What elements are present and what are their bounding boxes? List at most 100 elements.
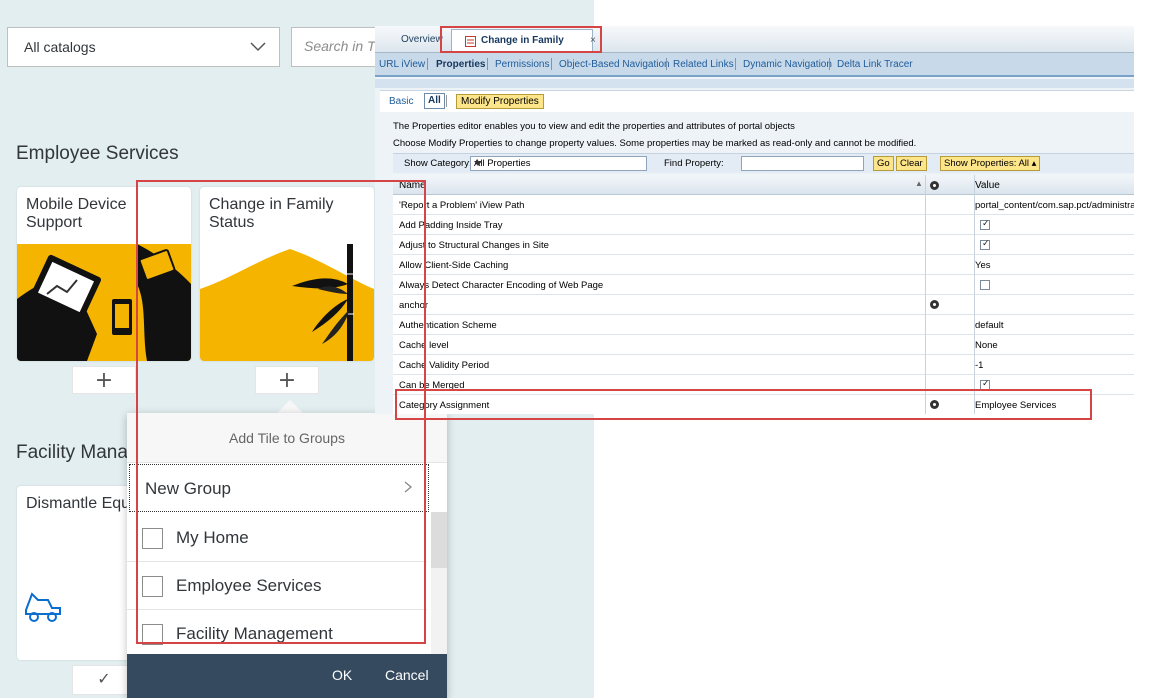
property-name: anchor (399, 300, 429, 311)
tile-title: Change in Family Status (209, 196, 334, 231)
table-row[interactable]: Cache Validity Period -1 (393, 355, 1134, 375)
column-header-value[interactable]: Value (975, 180, 1000, 191)
find-property-input[interactable] (741, 156, 864, 171)
checked-checkbox[interactable]: ✓ (980, 238, 990, 250)
tile-change-in-family-status[interactable]: Change in Family Status (200, 187, 374, 361)
nav-separator (829, 58, 830, 70)
nav-separator (735, 58, 736, 70)
inherit-icon (930, 300, 939, 309)
group-item-my-home[interactable]: My Home (127, 514, 427, 562)
nav-separator (427, 58, 428, 70)
bamboo-illustration (200, 244, 374, 361)
checkmark-icon: ✓ (982, 378, 990, 388)
view-all-link[interactable]: All (424, 93, 445, 109)
portal-tabstrip: Overview Change in Family Status × (375, 26, 1134, 67)
table-row[interactable]: Add Padding Inside Tray ✓ (393, 215, 1134, 235)
show-properties-button[interactable]: Show Properties: All ▴ (940, 156, 1041, 171)
find-property-label: Find Property: (664, 158, 724, 169)
group-item-employee-services[interactable]: Employee Services (127, 562, 427, 610)
table-row[interactable]: Can be Merged ✓ (393, 375, 1134, 395)
nav-separator (487, 58, 488, 70)
info-text: The Properties editor enables you to vie… (393, 121, 795, 132)
show-category-dropdown[interactable]: All Properties (470, 156, 647, 171)
group-item-label: Employee Services (176, 576, 322, 595)
property-name: Authentication Scheme (399, 320, 497, 331)
view-separator (446, 95, 447, 107)
mobile-devices-illustration (17, 244, 191, 361)
property-name: Adjust to Structural Changes in Site (399, 240, 549, 251)
portal-navbar: URL iView Properties Permissions Object-… (375, 53, 1134, 77)
property-name: Add Padding Inside Tray (399, 220, 503, 231)
table-row[interactable]: Category Assignment Employee Services (393, 395, 1134, 414)
nav-url-iview[interactable]: URL iView (379, 59, 425, 70)
tab-overview[interactable]: Overview (393, 29, 451, 53)
property-value: None (975, 340, 998, 351)
property-value: portal_content/com.sap.pct/administrato (975, 200, 1134, 211)
show-category-label: Show Category: (404, 158, 472, 169)
sort-ascending-icon[interactable]: ▲ (915, 179, 923, 188)
checked-checkbox[interactable]: ✓ (980, 218, 990, 230)
nav-dynamic-navigation[interactable]: Dynamic Navigation (743, 59, 832, 70)
popover-scrollbar-thumb[interactable] (431, 512, 447, 568)
new-group-label: New Group (145, 479, 231, 498)
table-row[interactable]: Always Detect Character Encoding of Web … (393, 275, 1134, 295)
chevron-down-icon (250, 42, 266, 52)
nav-permissions[interactable]: Permissions (495, 59, 549, 70)
table-row[interactable]: anchor (393, 295, 1134, 315)
group-checkbox[interactable] (142, 576, 163, 597)
table-header: Name ▲ Value (393, 175, 1134, 195)
clear-button[interactable]: Clear (896, 156, 927, 171)
modify-properties-button[interactable]: Modify Properties (456, 94, 544, 109)
checked-checkbox[interactable]: ✓ (980, 378, 990, 390)
close-icon[interactable]: × (590, 30, 596, 51)
filter-bar: Show Category: All Properties Find Prope… (393, 153, 1134, 173)
group-checkbox[interactable] (142, 624, 163, 645)
group-title-employee-services: Employee Services (16, 143, 179, 164)
chevron-right-icon (404, 481, 413, 493)
add-tile-to-groups-popover: Add Tile to Groups New Group My Home Emp… (127, 413, 447, 698)
group-checkbox[interactable] (142, 528, 163, 549)
add-tile-button[interactable]: + (72, 366, 136, 394)
checkmark-icon: ✓ (982, 238, 990, 248)
tile-mobile-device-support[interactable]: Mobile Device Support (17, 187, 191, 361)
ok-button[interactable]: OK (332, 667, 352, 683)
show-category-value: All Properties (474, 158, 531, 169)
popover-arrow (276, 400, 304, 414)
catalog-select[interactable]: All catalogs (7, 27, 280, 67)
tile-title: Mobile Device Support (26, 196, 127, 231)
portal-properties-editor: Overview Change in Family Status × URL i… (375, 26, 1134, 414)
table-row[interactable]: Adjust to Structural Changes in Site ✓ (393, 235, 1134, 255)
add-tile-button-active[interactable]: + (255, 366, 319, 394)
navbar-divider (375, 79, 1134, 88)
nav-delta-link-tracer[interactable]: Delta Link Tracer (837, 59, 913, 70)
property-value: Yes (975, 260, 991, 271)
nav-properties[interactable]: Properties (436, 59, 485, 70)
group-item-facility-management[interactable]: Facility Management (127, 610, 427, 654)
go-button[interactable]: Go (873, 156, 894, 171)
column-header-name[interactable]: Name (399, 180, 426, 191)
property-name: Always Detect Character Encoding of Web … (399, 280, 604, 291)
nav-separator (551, 58, 552, 70)
property-name: Can be Merged (399, 380, 465, 391)
property-name: Cache level (399, 340, 449, 351)
table-row[interactable]: Authentication Scheme default (393, 315, 1134, 335)
property-value: -1 (975, 360, 984, 371)
cancel-button[interactable]: Cancel (385, 667, 429, 683)
tab-change-in-family-status[interactable]: Change in Family Status × (451, 29, 596, 67)
table-row[interactable]: 'Report a Problem' iView Path portal_cont… (393, 195, 1134, 215)
group-item-label: Facility Management (176, 624, 333, 643)
unchecked-checkbox[interactable] (980, 280, 990, 290)
property-name: Category Assignment (399, 400, 490, 411)
nav-related-links[interactable]: Related Links (673, 59, 734, 70)
property-name: 'Report a Problem' iView Path (399, 200, 525, 211)
nav-separator (666, 58, 667, 70)
view-basic-link[interactable]: Basic (389, 96, 413, 107)
popover-title: Add Tile to Groups (127, 413, 447, 463)
table-row[interactable]: Allow Client-Side Caching Yes (393, 255, 1134, 275)
nav-object-based-navigation[interactable]: Object-Based Navigation (559, 59, 670, 70)
table-row[interactable]: Cache level None (393, 335, 1134, 355)
new-group-item[interactable]: New Group (129, 464, 429, 512)
info-text: Choose Modify Properties to change prope… (393, 138, 917, 149)
checkmark-icon: ✓ (982, 218, 990, 228)
property-view-bar: Basic All Modify Properties (380, 90, 1134, 112)
